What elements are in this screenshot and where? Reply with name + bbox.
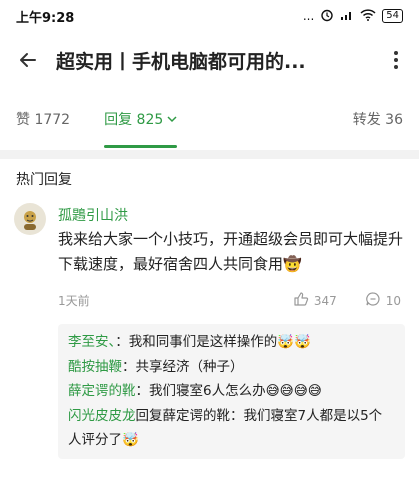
signal-icon — [340, 9, 354, 24]
back-icon[interactable] — [10, 42, 46, 78]
replies-tab[interactable]: 回复 825 — [104, 109, 178, 148]
comment-bubble-icon — [365, 291, 381, 310]
reply-author[interactable]: 酷按抽鞭 — [68, 359, 122, 375]
list-item[interactable]: 闪光皮皮龙回复薛定谔的靴：我们寝室7人都是以5个人评分了🤯 — [68, 404, 395, 453]
reply-count: 10 — [385, 293, 401, 308]
comment-item: 孤鶗引山洪 我来给大家一个小技巧，开通超级会员即可大幅提升下载速度，最好宿舍四人… — [0, 193, 419, 310]
reply-author[interactable]: 李至安、 — [68, 334, 115, 350]
reply-text: ：我们寝室6人怎么办😅😅😅😅 — [135, 383, 322, 399]
page-title: 超实用丨手机电脑都可用的... — [56, 50, 306, 73]
section-divider — [0, 150, 419, 159]
list-item[interactable]: 薛定谔的靴：我们寝室6人怎么办😅😅😅😅 — [68, 379, 395, 404]
like-count: 347 — [313, 293, 337, 308]
comment-time: 1天前 — [58, 294, 90, 308]
status-bar: 上午9:28 ... 54 — [0, 0, 419, 32]
reply-text: ：我和同事们是这样操作的🤯🤯 — [115, 334, 311, 350]
reply-button[interactable]: 10 — [365, 291, 401, 310]
thumbs-up-icon — [293, 291, 309, 310]
comment-text: 我来给大家一个小技巧，开通超级会员即可大幅提升下载速度，最好宿舍四人共同食用🤠 — [58, 230, 404, 273]
sub-replies-box[interactable]: 李至安、：我和同事们是这样操作的🤯🤯 酷按抽鞭：共享经济（种子） 薛定谔的靴：我… — [58, 324, 405, 459]
forward-tab[interactable]: 转发 36 — [353, 109, 403, 129]
chevron-down-icon — [167, 111, 177, 127]
status-icons: ... 54 — [303, 8, 403, 25]
top-nav: 超实用丨手机电脑都可用的... — [0, 32, 419, 88]
status-time: 上午9:28 — [16, 10, 75, 26]
battery-indicator: 54 — [382, 9, 403, 23]
hot-replies-heading: 热门回复 — [16, 172, 72, 188]
comment-author[interactable]: 孤鶗引山洪 — [58, 205, 405, 225]
notification-dots: ... — [302, 9, 315, 23]
list-item[interactable]: 李至安、：我和同事们是这样操作的🤯🤯 — [68, 330, 395, 355]
reply-text: ：共享经济（种子） — [122, 358, 244, 375]
alarm-icon — [320, 8, 334, 25]
reply-author[interactable]: 薛定谔的靴 — [68, 383, 136, 399]
replies-tab-label: 回复 825 — [104, 112, 164, 128]
avatar[interactable] — [14, 203, 46, 235]
likes-tab[interactable]: 赞 1772 — [16, 109, 70, 129]
more-vertical-icon[interactable] — [381, 42, 411, 78]
stats-bar: 赞 1772 回复 825 转发 36 — [0, 88, 419, 150]
reply-author[interactable]: 闪光皮皮龙 — [68, 408, 136, 424]
wifi-icon — [360, 8, 376, 24]
like-button[interactable]: 347 — [293, 291, 337, 310]
list-item[interactable]: 酷按抽鞭：共享经济（种子） — [68, 355, 395, 380]
